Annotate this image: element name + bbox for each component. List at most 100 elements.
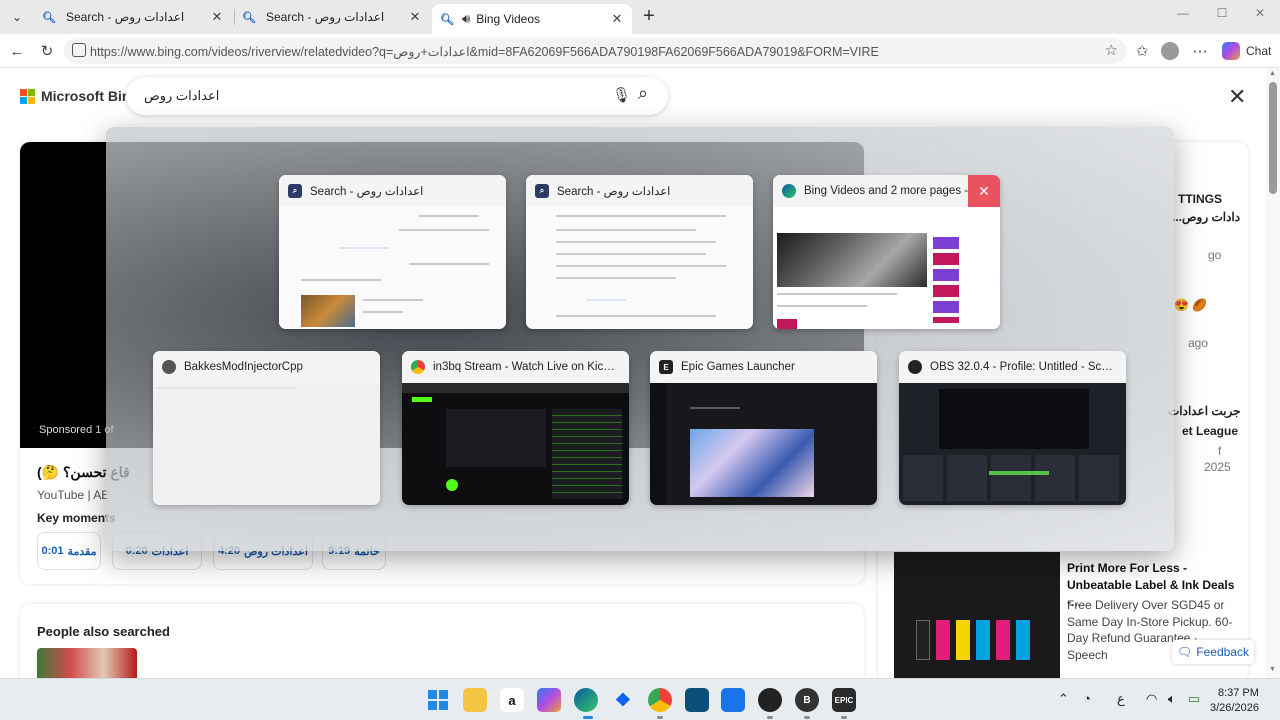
search-icon: ⌕ xyxy=(288,184,302,198)
text-line xyxy=(301,279,381,281)
tab-bing-videos[interactable]: 🔍︎ 🔊︎ Bing Videos ✕ xyxy=(432,4,632,34)
tab-close-icon[interactable]: ✕ xyxy=(408,9,422,25)
window-thumbnail xyxy=(153,383,380,505)
system-clock[interactable]: 8:37 PM 3/26/2026 xyxy=(1210,686,1259,716)
key-moments-heading: Key moments xyxy=(37,511,116,525)
video-thumbnail xyxy=(777,233,927,287)
maximize-button[interactable]: ☐ xyxy=(1207,6,1237,20)
sponsored-label: Sponsored 1 of xyxy=(39,424,114,436)
store-icon[interactable] xyxy=(721,688,745,712)
new-tab-button[interactable]: + xyxy=(638,6,660,28)
chat-label: Chat xyxy=(1246,44,1272,58)
scroll-up-icon[interactable]: ▲ xyxy=(1269,70,1276,77)
search-icon: 🔍︎ xyxy=(42,11,56,24)
amazon-icon[interactable]: a xyxy=(500,688,524,712)
security-icon[interactable]: ◔ xyxy=(1083,691,1091,706)
bakkesmod-icon[interactable]: B xyxy=(795,688,819,712)
clock-time: 8:37 PM xyxy=(1217,687,1259,699)
related-thumbnail[interactable] xyxy=(37,648,137,678)
tab-search-1[interactable]: 🔍︎ Search - اعدادات روص ✕ xyxy=(34,4,232,30)
copilot-icon xyxy=(1222,42,1240,60)
page-scrollbar[interactable]: ▲ ▼ xyxy=(1266,68,1280,678)
minimize-button[interactable]: — xyxy=(1168,6,1198,20)
search-icon[interactable]: ⌕ xyxy=(638,83,648,104)
show-hidden-icons-icon[interactable]: ⌃ xyxy=(1058,691,1069,707)
chat-button[interactable]: Chat xyxy=(1222,42,1271,60)
feedback-label: Feedback xyxy=(1196,645,1249,659)
related-title[interactable]: TTINGS xyxy=(1178,192,1222,206)
close-window-icon[interactable]: ✕ xyxy=(968,175,1000,207)
tab-search-2[interactable]: 🔍︎ Search - اعدادات روص ✕ xyxy=(234,4,430,30)
more-options-icon[interactable]: ⋯ xyxy=(1188,39,1212,63)
obs-icon[interactable] xyxy=(758,688,782,712)
microphone-icon[interactable]: 🎙︎ xyxy=(612,86,631,104)
favorites-icon[interactable]: ✩ xyxy=(1130,39,1154,63)
related-title[interactable]: et League xyxy=(1182,424,1238,438)
close-window-button[interactable]: ✕ xyxy=(1245,6,1275,20)
site-info-icon[interactable] xyxy=(72,43,86,57)
related-title[interactable]: ...دادات روص xyxy=(1172,210,1240,224)
switcher-window-search-2[interactable]: ⌕ Search - اعدادات روص xyxy=(526,175,753,329)
epic-sidebar xyxy=(650,383,666,505)
text-line xyxy=(157,387,297,389)
refresh-icon[interactable]: ↻ xyxy=(35,39,59,63)
edge-icon[interactable] xyxy=(574,688,598,712)
ink-cartridge xyxy=(996,620,1010,660)
text-line xyxy=(556,229,696,231)
switcher-window-epic-games[interactable]: E Epic Games Launcher xyxy=(650,351,877,505)
related-meta: go xyxy=(1208,248,1222,262)
url-text[interactable]: https://www.bing.com/videos/riverview/re… xyxy=(90,44,879,59)
search-box[interactable]: اعدادات روص 🎙︎ ⌕ xyxy=(126,77,668,115)
switcher-window-bakkesmod[interactable]: BakkesModInjectorCpp xyxy=(153,351,380,505)
window-title: Bing Videos and 2 more pages - P... xyxy=(804,185,988,197)
window-title: OBS 32.0.4 - Profile: Untitled - Scenes:… xyxy=(930,361,1117,373)
chrome-icon[interactable] xyxy=(648,688,672,712)
app-icon[interactable] xyxy=(685,688,709,712)
favorite-star-icon[interactable]: ☆ xyxy=(1105,41,1118,59)
window-thumbnail xyxy=(899,383,1126,505)
windows-start-icon[interactable] xyxy=(426,688,450,712)
volume-icon[interactable]: 🔈︎ xyxy=(1168,691,1176,707)
related-meta: ago xyxy=(1188,336,1209,350)
profile-avatar[interactable] xyxy=(1158,39,1182,63)
file-explorer-icon[interactable] xyxy=(463,688,487,712)
epic-games-icon[interactable]: EPIC xyxy=(832,688,856,712)
input-language-indicator[interactable]: ع xyxy=(1117,691,1125,707)
related-title[interactable]: جربت اعدادات xyxy=(1168,404,1241,418)
feedback-button[interactable]: 🗨︎ Feedback xyxy=(1172,640,1254,664)
dropbox-icon[interactable]: ❖ xyxy=(611,688,635,712)
switcher-window-obs[interactable]: OBS 32.0.4 - Profile: Untitled - Scenes:… xyxy=(899,351,1126,505)
people-also-searched-heading: People also searched xyxy=(37,624,170,639)
ink-cartridge xyxy=(976,620,990,660)
copilot-icon[interactable] xyxy=(537,688,561,712)
search-input[interactable]: اعدادات روص xyxy=(144,88,219,104)
related-emoji: 😍 🏉 xyxy=(1174,298,1208,312)
scrollbar-thumb[interactable] xyxy=(1269,82,1277,194)
close-icon[interactable]: ✕ xyxy=(1228,84,1246,110)
obs-preview xyxy=(939,389,1089,449)
key-moment-chip[interactable]: 0:01 مقدمة xyxy=(37,532,101,570)
battery-icon[interactable]: ▭ xyxy=(1188,691,1200,707)
switcher-window-kick-stream[interactable]: in3bq Stream - Watch Live on Kick - Go..… xyxy=(402,351,629,505)
chrome-icon xyxy=(411,360,425,374)
browser-toolbar: ← ↻ https://www.bing.com/videos/rivervie… xyxy=(0,34,1280,68)
tab-close-icon[interactable]: ✕ xyxy=(610,11,624,27)
switcher-window-bing-videos[interactable]: Bing Videos and 2 more pages - P... ✕ xyxy=(773,175,1000,329)
tab-close-icon[interactable]: ✕ xyxy=(210,9,224,25)
window-header: ⌕ Search - اعدادات روص xyxy=(279,175,506,207)
back-arrow-icon[interactable]: ← xyxy=(5,39,29,63)
chip-time: 0:01 xyxy=(41,545,64,557)
tab-actions-menu-icon[interactable]: ⌄ xyxy=(6,6,28,28)
kick-logo xyxy=(412,397,432,402)
video-thumbnail xyxy=(301,295,355,327)
text-line xyxy=(363,299,423,301)
window-thumbnail xyxy=(279,207,506,329)
ad-image[interactable] xyxy=(894,552,1060,678)
bing-logo[interactable]: Microsoft Bing xyxy=(20,88,139,104)
scroll-down-icon[interactable]: ▼ xyxy=(1269,666,1276,673)
window-thumbnail xyxy=(650,383,877,505)
switcher-window-search-1[interactable]: ⌕ Search - اعدادات روص xyxy=(279,175,506,329)
speaker-icon[interactable]: 🔊︎ xyxy=(462,11,470,27)
wifi-icon[interactable]: ◠ xyxy=(1146,691,1157,707)
address-bar[interactable]: https://www.bing.com/videos/riverview/re… xyxy=(64,38,1126,64)
